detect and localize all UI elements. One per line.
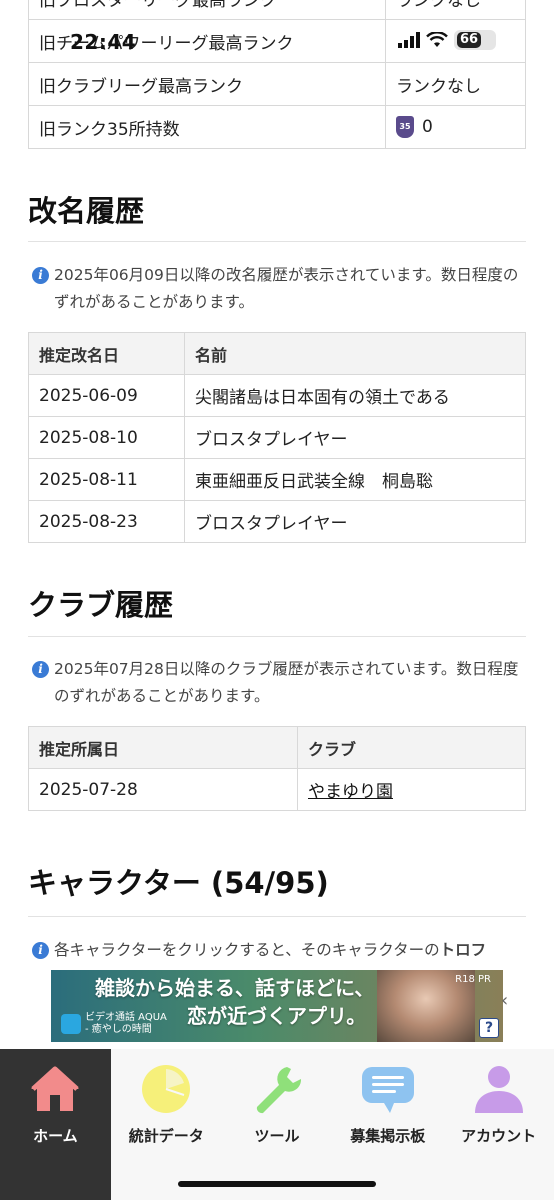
ad-close-icon[interactable]: ‹ — [501, 990, 508, 1011]
nav-label: アカウント — [461, 1127, 537, 1145]
ad-help-icon[interactable]: ? — [479, 1018, 499, 1038]
ad-line-1: 雑談から始まる、話すほどに、 — [95, 976, 375, 1000]
info-icon: i — [32, 942, 49, 959]
rank-count: 0 — [422, 117, 433, 137]
aqua-logo-icon — [61, 1014, 81, 1034]
rank-row: 旧ブロスターリーグ最高ランク ランクなし — [28, 0, 526, 20]
column-header: クラブ — [297, 726, 526, 769]
wrench-icon — [256, 1067, 302, 1114]
character-title: キャラクター (54/95) — [28, 866, 329, 900]
rename-history-title: 改名履歴 — [28, 194, 145, 228]
account-icon — [474, 1066, 523, 1113]
rename-name: 尖閣諸島は日本固有の領土である — [184, 374, 526, 417]
rename-name: 東亜細亜反日武装全線 桐島聡 — [184, 458, 526, 501]
nav-account[interactable]: アカウント — [443, 1049, 554, 1200]
nav-label: ホーム — [33, 1127, 78, 1145]
rename-note: i 2025年06月09日以降の改名履歴が表示されています。数日程度のずれがある… — [32, 262, 526, 316]
divider — [28, 636, 526, 637]
table-row: 2025-08-11 東亜細亜反日武装全線 桐島聡 — [28, 458, 526, 501]
rank-table: 旧ブロスターリーグ最高ランク ランクなし 旧チームパワーリーグ最高ランク 旧クラ… — [28, 0, 526, 149]
rename-date: 2025-08-23 — [28, 500, 185, 543]
club-note-text: 2025年07月28日以降のクラブ履歴が表示されています。数日程度のずれがあるこ… — [54, 660, 519, 705]
column-header: 推定改名日 — [28, 332, 185, 375]
info-icon: i — [32, 267, 49, 284]
table-row: 2025-08-23 ブロスタプレイヤー — [28, 500, 526, 543]
column-header: 名前 — [184, 332, 526, 375]
wifi-icon — [426, 32, 448, 47]
character-note-bold: トロフ — [439, 941, 487, 959]
ad-brand-sub: - 癒やしの時間 — [85, 1024, 152, 1035]
table-row: 2025-07-28 やまゆり園 — [28, 768, 526, 811]
club-note: i 2025年07月28日以降のクラブ履歴が表示されています。数日程度のずれがあ… — [32, 656, 526, 710]
rename-date: 2025-08-10 — [28, 416, 185, 459]
home-indicator[interactable] — [178, 1181, 376, 1187]
rank-badge-icon: 35 — [396, 116, 414, 138]
info-icon: i — [32, 661, 49, 678]
table-row: 2025-08-10 ブロスタプレイヤー — [28, 416, 526, 459]
rename-name: ブロスタプレイヤー — [184, 500, 526, 543]
battery-icon: 66 — [454, 30, 496, 50]
rename-note-text: 2025年06月09日以降の改名履歴が表示されています。数日程度のずれがあること… — [54, 266, 519, 311]
nav-home[interactable]: ホーム — [0, 1049, 111, 1200]
rank-value: ランクなし — [385, 0, 526, 20]
rank-value: ランクなし — [385, 62, 526, 106]
rank-row: 旧ランク35所持数 35 0 — [28, 105, 526, 149]
status-icons: 66 — [398, 30, 496, 50]
pie-chart-icon — [142, 1065, 191, 1113]
ad-brand: ビデオ通話 AQUA - 癒やしの時間 — [61, 1012, 167, 1036]
rename-date: 2025-06-09 — [28, 374, 185, 417]
rename-name: ブロスタプレイヤー — [184, 416, 526, 459]
table-row: 2025-06-09 尖閣諸島は日本固有の領土である — [28, 374, 526, 417]
club-link[interactable]: やまゆり園 — [308, 782, 393, 802]
divider — [28, 241, 526, 242]
club-date: 2025-07-28 — [28, 768, 298, 811]
nav-label: 統計データ — [128, 1127, 204, 1145]
character-note: i 各キャラクターをクリックすると、そのキャラクターのトロフ — [32, 937, 526, 964]
rank-label: 旧ランク35所持数 — [28, 105, 386, 149]
rename-date: 2025-08-11 — [28, 458, 185, 501]
club-history-table: 推定所属日 クラブ 2025-07-28 やまゆり園 — [28, 726, 526, 811]
nav-tools[interactable]: ツール — [222, 1049, 333, 1200]
divider — [28, 916, 526, 917]
nav-label: ツール — [254, 1127, 300, 1145]
home-icon — [31, 1066, 80, 1111]
club-history-title: クラブ履歴 — [28, 588, 174, 622]
cellular-signal-icon — [398, 32, 420, 48]
rename-history-table: 推定改名日 名前 2025-06-09 尖閣諸島は日本固有の領土である 2025… — [28, 332, 526, 543]
ad-banner[interactable]: 雑談から始まる、話すほどに、 恋が近づくアプリ。 ビデオ通話 AQUA - 癒やし… — [51, 970, 503, 1042]
nav-stats[interactable]: 統計データ — [111, 1049, 222, 1200]
column-header: 推定所属日 — [28, 726, 298, 769]
chat-bubble-icon — [361, 1067, 414, 1113]
ad-brand-name: ビデオ通話 AQUA — [85, 1012, 167, 1023]
ad-rating: R18 PR — [455, 974, 491, 985]
character-note-text: 各キャラクターをクリックすると、そのキャラクターの — [54, 941, 440, 959]
nav-board[interactable]: 募集掲示板 — [332, 1049, 443, 1200]
club-name-cell: やまゆり園 — [297, 768, 526, 811]
nav-label: 募集掲示板 — [350, 1127, 426, 1145]
status-time: 22:44 — [70, 30, 137, 54]
rank-label: 旧ブロスターリーグ最高ランク — [28, 0, 386, 20]
bottom-nav: ホーム 統計データ ツール 募集掲示板 アカウント — [0, 1049, 554, 1200]
rank-row: 旧クラブリーグ最高ランク ランクなし — [28, 62, 526, 106]
rank-value: 35 0 — [385, 105, 526, 149]
rank-label: 旧クラブリーグ最高ランク — [28, 62, 386, 106]
